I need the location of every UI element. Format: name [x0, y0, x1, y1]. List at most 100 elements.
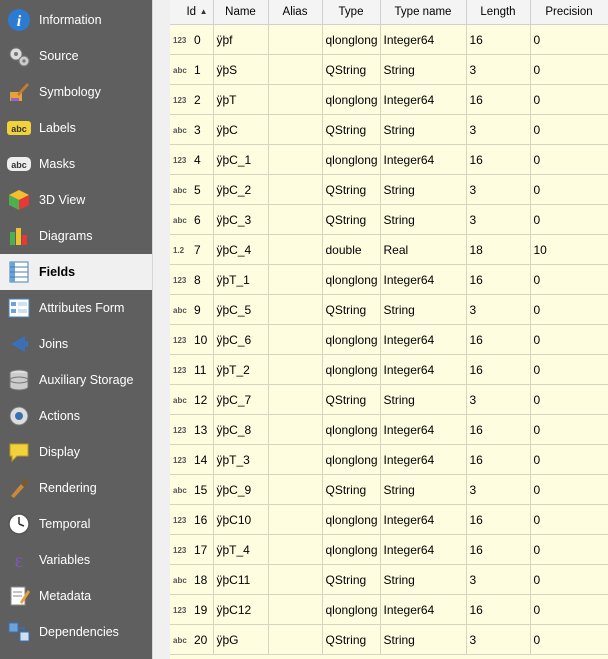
sidebar-item-joins[interactable]: Joins: [0, 326, 152, 362]
cell-alias[interactable]: [268, 474, 323, 505]
field-id: 15: [194, 482, 208, 497]
sidebar-item-symbology[interactable]: Symbology: [0, 74, 152, 110]
field-type-icon: abc: [173, 395, 187, 405]
cell-precision: 0: [530, 24, 608, 55]
sidebar-item-auxiliary-storage[interactable]: Auxiliary Storage: [0, 362, 152, 398]
table-row[interactable]: 1.2 7 ÿþC_4 double Real 18 10: [170, 234, 608, 265]
column-header-type[interactable]: Type: [322, 0, 381, 25]
cell-type: qlonglong: [322, 24, 381, 55]
table-row[interactable]: 123 10 ÿþC_6 qlonglong Integer64 16 0: [170, 324, 608, 355]
cell-alias[interactable]: [268, 174, 323, 205]
column-header-id[interactable]: Id ▲: [170, 0, 214, 25]
table-row[interactable]: 123 8 ÿþT_1 qlonglong Integer64 16 0: [170, 264, 608, 295]
cell-alias[interactable]: [268, 234, 323, 265]
cell-name: ÿþT_3: [213, 444, 269, 475]
cell-type-name: String: [380, 624, 467, 655]
auxiliary-storage-icon: [6, 367, 32, 393]
sidebar-item-source[interactable]: Source: [0, 38, 152, 74]
sidebar-item-metadata[interactable]: Metadata: [0, 578, 152, 614]
column-header-type-name[interactable]: Type name: [380, 0, 467, 25]
cell-type: qlonglong: [322, 324, 381, 355]
3d-view-icon: [6, 187, 32, 213]
cell-alias[interactable]: [268, 594, 323, 625]
column-header-alias[interactable]: Alias: [268, 0, 323, 25]
table-row[interactable]: 123 17 ÿþT_4 qlonglong Integer64 16 0: [170, 534, 608, 565]
table-row[interactable]: abc 5 ÿþC_2 QString String 3 0: [170, 174, 608, 205]
table-row[interactable]: 123 14 ÿþT_3 qlonglong Integer64 16 0: [170, 444, 608, 475]
column-header-precision[interactable]: Precision: [530, 0, 608, 25]
table-row[interactable]: 123 13 ÿþC_8 qlonglong Integer64 16 0: [170, 414, 608, 445]
cell-type-name: Integer64: [380, 24, 467, 55]
cell-length: 3: [466, 384, 531, 415]
cell-alias[interactable]: [268, 264, 323, 295]
table-row[interactable]: abc 1 ÿþS QString String 3 0: [170, 54, 608, 85]
cell-alias[interactable]: [268, 534, 323, 565]
cell-alias[interactable]: [268, 324, 323, 355]
cell-precision: 0: [530, 294, 608, 325]
field-id: 16: [194, 512, 208, 527]
table-row[interactable]: 123 0 ÿþf qlonglong Integer64 16 0: [170, 24, 608, 55]
cell-type-name: Integer64: [380, 84, 467, 115]
sidebar-item-masks[interactable]: abc Masks: [0, 146, 152, 182]
cell-type: qlonglong: [322, 84, 381, 115]
cell-alias[interactable]: [268, 24, 323, 55]
table-row[interactable]: abc 18 ÿþC11 QString String 3 0: [170, 564, 608, 595]
cell-alias[interactable]: [268, 84, 323, 115]
table-row[interactable]: abc 6 ÿþC_3 QString String 3 0: [170, 204, 608, 235]
sidebar-item-rendering[interactable]: Rendering: [0, 470, 152, 506]
sidebar-item-label: Symbology: [39, 85, 101, 99]
sidebar-item-temporal[interactable]: Temporal: [0, 506, 152, 542]
field-type-icon: 123: [173, 335, 187, 345]
splitter[interactable]: [152, 0, 319, 659]
field-type-icon: 123: [173, 605, 187, 615]
cell-type: qlonglong: [322, 354, 381, 385]
cell-alias[interactable]: [268, 144, 323, 175]
cell-id: abc 6: [170, 204, 214, 235]
table-row[interactable]: 123 19 ÿþC12 qlonglong Integer64 16 0: [170, 594, 608, 625]
cell-precision: 0: [530, 54, 608, 85]
sidebar-item-attributes-form[interactable]: Attributes Form: [0, 290, 152, 326]
sidebar-item-labels[interactable]: abc Labels: [0, 110, 152, 146]
cell-id: 123 4: [170, 144, 214, 175]
sidebar-item-label: Fields: [39, 265, 76, 279]
cell-alias[interactable]: [268, 444, 323, 475]
sidebar-item-dependencies[interactable]: Dependencies: [0, 614, 152, 650]
symbology-icon: [6, 79, 32, 105]
sidebar-item-label: Labels: [39, 121, 76, 135]
sidebar-item-display[interactable]: Display: [0, 434, 152, 470]
sidebar-item-actions[interactable]: Actions: [0, 398, 152, 434]
sidebar-item-label: Auxiliary Storage: [39, 373, 134, 387]
cell-alias[interactable]: [268, 114, 323, 145]
table-row[interactable]: 123 4 ÿþC_1 qlonglong Integer64 16 0: [170, 144, 608, 175]
cell-id: 123 16: [170, 504, 214, 535]
sidebar-item-information[interactable]: i Information: [0, 2, 152, 38]
sidebar-item-label: Source: [39, 49, 79, 63]
table-row[interactable]: 123 2 ÿþT qlonglong Integer64 16 0: [170, 84, 608, 115]
cell-alias[interactable]: [268, 294, 323, 325]
cell-alias[interactable]: [268, 54, 323, 85]
field-type-icon: 1.2: [173, 245, 185, 255]
table-row[interactable]: 123 16 ÿþC10 qlonglong Integer64 16 0: [170, 504, 608, 535]
table-row[interactable]: abc 12 ÿþC_7 QString String 3 0: [170, 384, 608, 415]
cell-type-name: Integer64: [380, 264, 467, 295]
sidebar-item-fields[interactable]: Fields: [0, 254, 152, 290]
sidebar-item-diagrams[interactable]: Diagrams: [0, 218, 152, 254]
table-header-row: Id ▲ Name Alias Type Type name Length Pre…: [170, 0, 608, 25]
sidebar-item-variables[interactable]: ε Variables: [0, 542, 152, 578]
cell-alias[interactable]: [268, 414, 323, 445]
table-row[interactable]: abc 15 ÿþC_9 QString String 3 0: [170, 474, 608, 505]
cell-alias[interactable]: [268, 564, 323, 595]
cell-alias[interactable]: [268, 624, 323, 655]
cell-alias[interactable]: [268, 354, 323, 385]
column-header-length[interactable]: Length: [466, 0, 531, 25]
table-row[interactable]: 123 11 ÿþT_2 qlonglong Integer64 16 0: [170, 354, 608, 385]
sidebar-item-3d-view[interactable]: 3D View: [0, 182, 152, 218]
column-header-name[interactable]: Name: [213, 0, 269, 25]
cell-alias[interactable]: [268, 384, 323, 415]
rendering-icon: [6, 475, 32, 501]
table-row[interactable]: abc 9 ÿþC_5 QString String 3 0: [170, 294, 608, 325]
table-row[interactable]: abc 20 ÿþG QString String 3 0: [170, 624, 608, 655]
cell-alias[interactable]: [268, 504, 323, 535]
cell-alias[interactable]: [268, 204, 323, 235]
table-row[interactable]: abc 3 ÿþC QString String 3 0: [170, 114, 608, 145]
